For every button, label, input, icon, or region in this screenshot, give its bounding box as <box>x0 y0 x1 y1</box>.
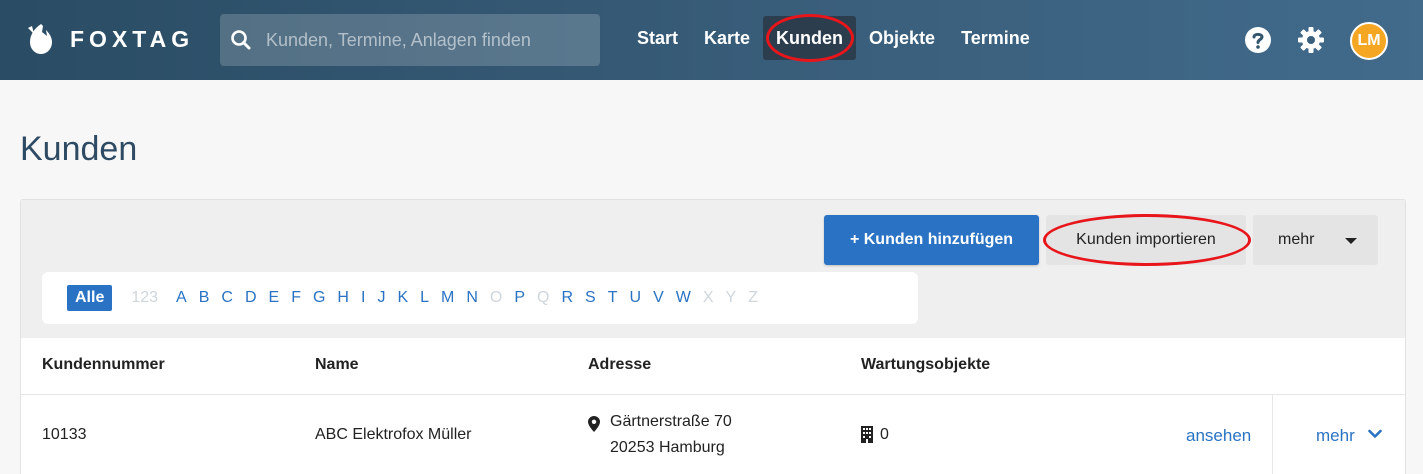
building-icon <box>861 426 873 443</box>
chevron-down-icon[interactable] <box>1368 429 1382 439</box>
filter-letter-s[interactable]: S <box>585 289 596 307</box>
filter-letter-i[interactable]: I <box>361 289 365 307</box>
filter-letter-t[interactable]: T <box>608 289 618 307</box>
customers-card: + Kunden hinzufügen Kunden importieren m… <box>20 199 1406 474</box>
page-title: Kunden <box>20 130 138 168</box>
filter-letter-j[interactable]: J <box>377 289 385 307</box>
filter-letter-m[interactable]: M <box>441 289 454 307</box>
customer-city: 20253 Hamburg <box>610 439 725 456</box>
filter-letter-q: Q <box>537 289 550 306</box>
filter-letter-b[interactable]: B <box>199 289 210 307</box>
brand-logo[interactable]: FOXTAG <box>26 22 194 56</box>
help-icon[interactable] <box>1244 26 1272 54</box>
filter-letter-h[interactable]: H <box>337 289 349 307</box>
col-header-name[interactable]: Name <box>315 356 359 374</box>
filter-letter-c[interactable]: C <box>221 289 233 307</box>
alphabet-filter: Alle 123 A B C D E F G H I J K L M N O P… <box>42 272 918 324</box>
col-header-adresse[interactable]: Adresse <box>588 356 651 374</box>
filter-letter-w[interactable]: W <box>676 289 691 307</box>
filter-letter-e[interactable]: E <box>269 289 280 307</box>
filter-letter-y: Y <box>725 289 737 306</box>
nav-kunden[interactable]: Kunden <box>763 16 857 60</box>
avatar[interactable]: LM <box>1350 22 1388 60</box>
nav-start[interactable]: Start <box>624 16 691 60</box>
filter-letter-f[interactable]: F <box>291 289 301 307</box>
logo-fox-icon <box>28 24 52 54</box>
column-divider <box>1272 395 1273 474</box>
filter-letter-z: Z <box>748 289 758 306</box>
col-header-kundennummer[interactable]: Kundennummer <box>42 356 165 374</box>
filter-letter-d[interactable]: D <box>245 289 257 307</box>
search-input[interactable] <box>266 14 596 66</box>
gear-icon[interactable] <box>1297 26 1325 54</box>
map-pin-icon <box>588 416 600 432</box>
search-icon <box>231 30 251 50</box>
search-box[interactable] <box>220 14 600 66</box>
maintenance-object-count: 0 <box>880 426 889 443</box>
filter-letter-o: O <box>489 289 503 306</box>
filter-letter-k[interactable]: K <box>397 289 408 307</box>
col-header-wartungsobjekte[interactable]: Wartungsobjekte <box>861 356 990 374</box>
more-label: mehr <box>1278 231 1315 248</box>
caret-down-icon <box>1345 238 1357 244</box>
card-toolbar: + Kunden hinzufügen Kunden importieren m… <box>21 200 1405 338</box>
view-customer-link[interactable]: ansehen <box>1186 426 1251 446</box>
filter-letter-x: X <box>702 289 714 306</box>
more-dropdown-button[interactable]: mehr <box>1253 215 1378 265</box>
main-nav: Start Karte Kunden Objekte Termine <box>624 16 1043 60</box>
add-customer-button[interactable]: + Kunden hinzufügen <box>824 215 1039 265</box>
customer-name: ABC Elektrofox Müller <box>315 426 472 443</box>
filter-letter-l[interactable]: L <box>420 289 429 307</box>
filter-letter-v[interactable]: V <box>653 289 664 307</box>
customer-number: 10133 <box>42 426 87 443</box>
brand-name: FOXTAG <box>70 25 195 52</box>
top-bar: FOXTAG Start Karte Kunden Objekte Termin… <box>0 0 1423 80</box>
filter-letter-a[interactable]: A <box>176 289 187 307</box>
filter-letter-g[interactable]: G <box>313 289 325 307</box>
filter-letter-u[interactable]: U <box>630 289 642 307</box>
filter-letter-r[interactable]: R <box>561 289 573 307</box>
row-more-link[interactable]: mehr <box>1316 426 1355 446</box>
filter-letter-n[interactable]: N <box>466 289 478 307</box>
filter-123: 123 <box>131 289 159 306</box>
filter-all[interactable]: Alle <box>67 285 113 311</box>
nav-karte[interactable]: Karte <box>691 16 763 60</box>
header-divider <box>21 394 1405 395</box>
customer-street: Gärtnerstraße 70 <box>610 413 732 430</box>
filter-letter-p[interactable]: P <box>514 289 525 307</box>
nav-termine[interactable]: Termine <box>948 16 1043 60</box>
import-customers-button[interactable]: Kunden importieren <box>1046 215 1246 265</box>
nav-objekte[interactable]: Objekte <box>856 16 948 60</box>
